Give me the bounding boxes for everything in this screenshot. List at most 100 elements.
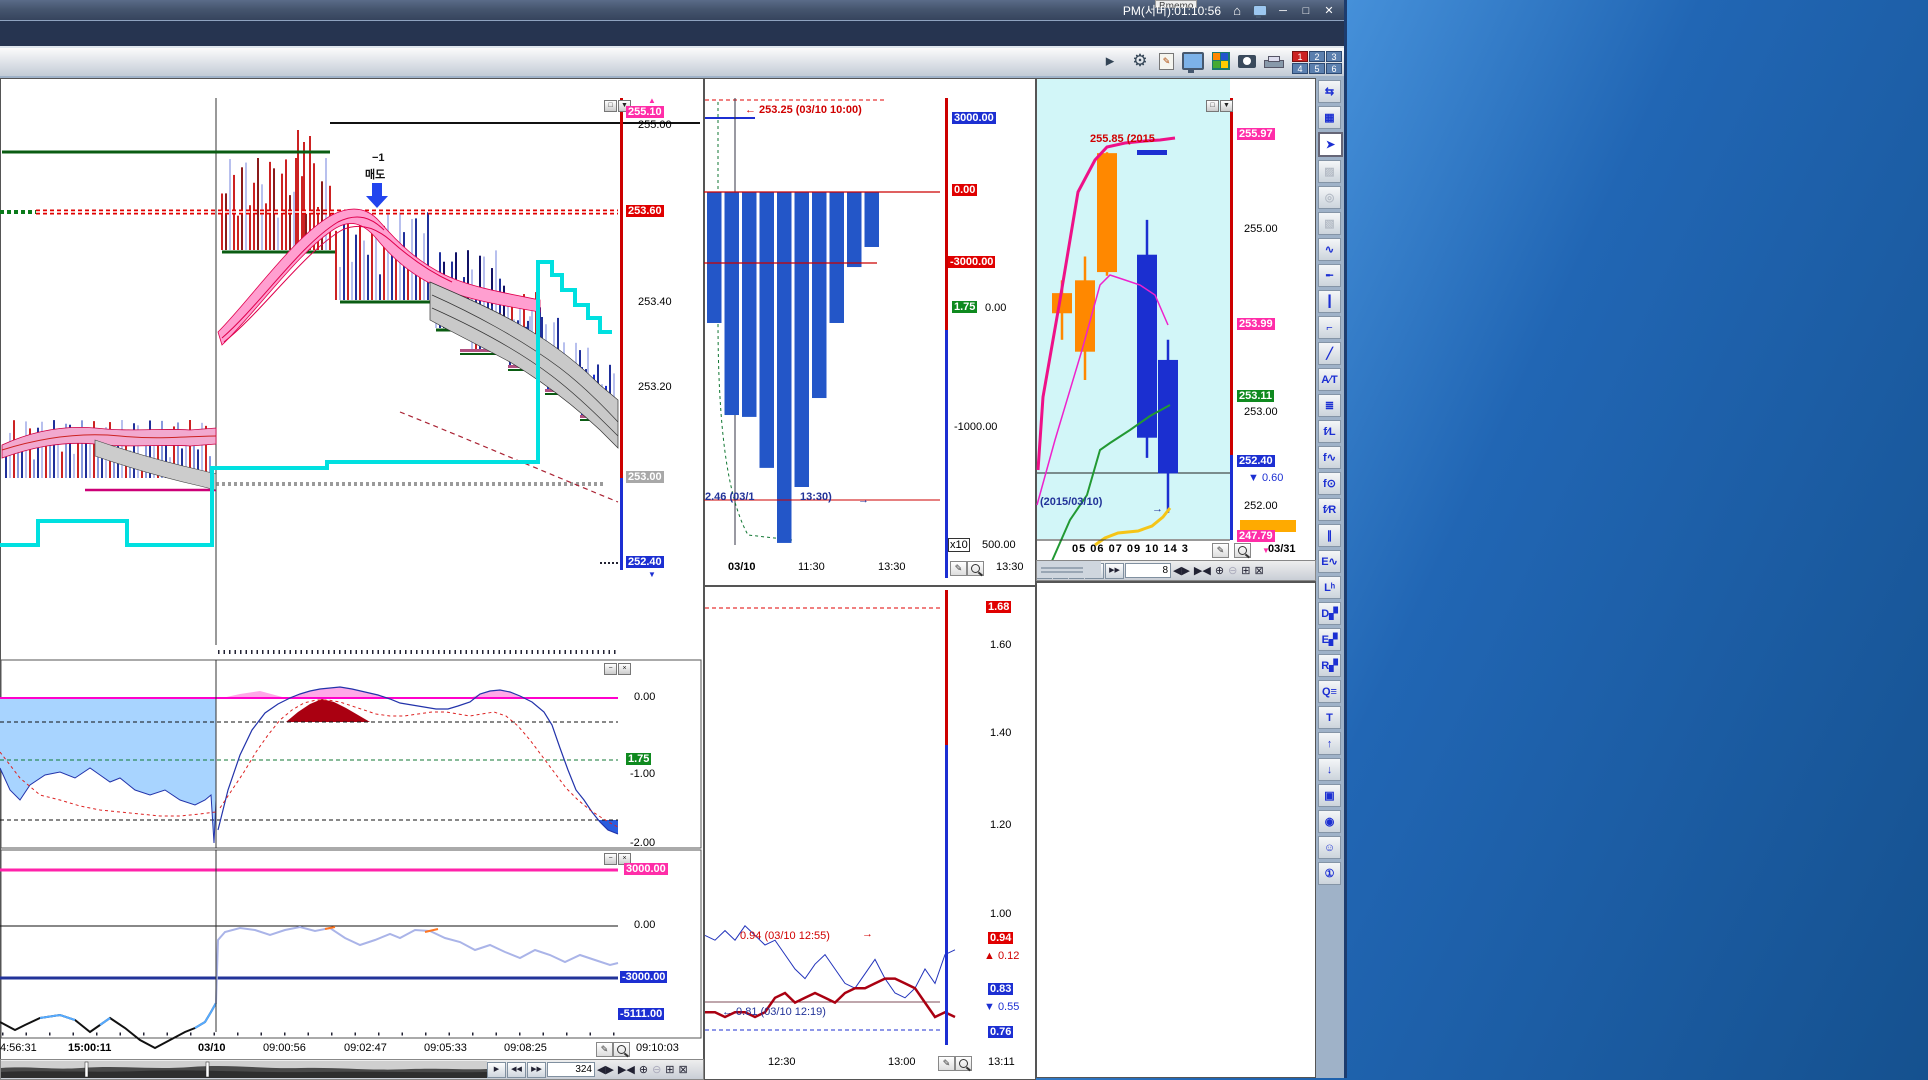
crosshair-off-icon[interactable]: ▨ (1318, 160, 1341, 183)
low-marker-arrow: → (858, 494, 869, 506)
fib-fan-icon[interactable]: f⊙ (1318, 472, 1341, 495)
zoom-in-h-icon[interactable]: ▶◀ (1194, 564, 1211, 577)
elbow-line-icon[interactable]: ⌐ (1318, 316, 1341, 339)
volume-bar (742, 192, 757, 417)
daily-axis-label: 253.00 (1244, 406, 1278, 418)
erase-icon[interactable]: ◎ (1318, 186, 1341, 209)
quote-icon[interactable]: Q≡ (1318, 680, 1341, 703)
d-hatch-icon[interactable]: D▞ (1318, 602, 1341, 625)
time-label: 13:30 (878, 561, 906, 573)
daily-marker-25311: 253.11 (1237, 390, 1274, 402)
number-mark-icon[interactable]: ① (1318, 862, 1341, 885)
nav-forward-button[interactable]: ▶▶ (1105, 563, 1124, 579)
navigator-minimap[interactable] (1037, 561, 1101, 578)
time-label: 11:30 (798, 561, 825, 573)
arrow-up-icon[interactable]: ↑ (1318, 732, 1341, 755)
close-nav-icon[interactable]: ⊠ (679, 1063, 688, 1076)
zoom-icon[interactable] (1234, 543, 1251, 558)
circle-mark-icon[interactable]: ◉ (1318, 810, 1341, 833)
bar-count-input[interactable] (1125, 563, 1171, 578)
draw-edit-icon[interactable]: ✎ (938, 1056, 955, 1071)
parallel-icon[interactable]: ∥ (1318, 524, 1341, 547)
navigator-minimap[interactable] (1, 1061, 487, 1078)
volume-profile-pane (704, 98, 948, 578)
zoom-icon[interactable] (613, 1042, 630, 1057)
fib-lines-icon[interactable]: f⁄L (1318, 420, 1341, 443)
nav-forward-button[interactable]: ▶▶ (527, 1062, 546, 1078)
zoom-plus-icon[interactable]: ⊕ (1215, 564, 1224, 577)
erase-all-icon[interactable]: ▧ (1318, 212, 1341, 235)
restore-icon[interactable]: □ (604, 100, 617, 112)
right-panel-controls[interactable]: □ ▼ (1206, 100, 1233, 112)
levels-icon[interactable]: ≣ (1318, 394, 1341, 417)
nav-rewind-button[interactable]: ◀◀ (507, 1062, 526, 1078)
grid-icon[interactable]: ⊞ (1241, 564, 1250, 577)
daily-axis-label: 255.00 (1244, 223, 1278, 235)
mid-marker-0: 0.00 (952, 184, 977, 196)
time-label: 12:30 (768, 1056, 796, 1068)
zoom-icon[interactable] (967, 561, 984, 576)
e-hatch-icon[interactable]: E▞ (1318, 628, 1341, 651)
osc-axis-label: -2.00 (630, 837, 655, 849)
draw-edit-icon[interactable]: ✎ (596, 1042, 613, 1057)
osc-panel-controls[interactable]: − × (604, 663, 631, 675)
price-marker-255-10: 255.10 (626, 106, 664, 118)
osc-marker-175: 1.75 (626, 753, 651, 765)
square-mark-icon[interactable]: ▣ (1318, 784, 1341, 807)
zoom-out-h-icon[interactable]: ◀▶ (597, 1063, 614, 1076)
minimize-icon[interactable]: − (604, 853, 617, 865)
price-marker-253-60: 253.60 (626, 205, 664, 217)
matrix-icon[interactable]: ▦ (1318, 106, 1341, 129)
cursor-icon[interactable]: ➤ (1318, 132, 1343, 157)
elliott-icon[interactable]: E∿ (1318, 550, 1341, 573)
drawing-toolbar[interactable]: ⇆ ▦ ➤ ▨ ◎ ▧ ∿ ╾ ┃ ⌐ ╱ A⁄T ≣ f⁄L f∿ f⊙ f⁄R ∥ E∿ Lʰ D▞ E▞ R▞ Q≡ T ↑… (1318, 80, 1342, 885)
left-chart-navigator[interactable]: ▶ ◀◀ ▶▶ ◀▶ ▶◀ ⊕ ⊖ ⊞ ⊠ (0, 1059, 704, 1080)
close-icon[interactable]: × (618, 663, 631, 675)
close-nav-icon[interactable]: ⊠ (1255, 564, 1264, 577)
text-icon[interactable]: T (1318, 706, 1341, 729)
daily-change-label: ▼ 0.60 (1248, 472, 1283, 484)
dropdown-icon[interactable]: ▼ (1220, 100, 1233, 112)
fib-retr-icon[interactable]: f⁄R (1318, 498, 1341, 521)
zoom-in-h-icon[interactable]: ▶◀ (618, 1063, 635, 1076)
daily-high-annotation: 255.85 (2015 (1090, 133, 1230, 145)
zoom-icon[interactable] (955, 1056, 972, 1071)
daily-marker-25597: 255.97 (1237, 128, 1275, 140)
text-tool-icon[interactable]: A⁄T (1318, 368, 1341, 391)
end-date-label: 03/31 (1268, 543, 1296, 555)
ratio-axis-label: 1.60 (990, 639, 1011, 651)
indicator-icon[interactable]: ∿ (1318, 238, 1341, 261)
time-label: 03/10 (728, 561, 756, 573)
fib-arc-icon[interactable]: f∿ (1318, 446, 1341, 469)
axis-label: 255.00 (638, 119, 672, 131)
ratio-marker-083: 0.83 (988, 983, 1013, 995)
zoom-minus-icon[interactable]: ⊖ (652, 1063, 661, 1076)
zoom-plus-icon[interactable]: ⊕ (639, 1063, 648, 1076)
vline-icon[interactable]: ┃ (1318, 290, 1341, 313)
grid-icon[interactable]: ⊞ (665, 1063, 674, 1076)
low-marker-annotation: 2.46 (03/1 (705, 491, 755, 503)
sync-icon[interactable]: ⇆ (1318, 80, 1341, 103)
daily-chart-navigator[interactable]: ◀ ▮▮ ▶ ◀◀ ▶▶ ◀▶ ▶◀ ⊕ ⊖ ⊞ ⊠ (1036, 560, 1316, 581)
hline-icon[interactable]: ╾ (1318, 264, 1341, 287)
zoom-minus-icon[interactable]: ⊖ (1228, 564, 1237, 577)
r-hatch-icon[interactable]: R▞ (1318, 654, 1341, 677)
draw-edit-icon[interactable]: ✎ (950, 561, 967, 576)
bar-count-input[interactable] (547, 1062, 595, 1077)
nav-play-button[interactable]: ▶ (487, 1062, 506, 1078)
volume-bar (707, 192, 722, 323)
arrow-down-icon[interactable]: ↓ (1318, 758, 1341, 781)
axis-label: 253.40 (638, 296, 672, 308)
cursor-time-label: 13:30 (996, 561, 1024, 573)
daily-marker-24779: 247.79 (1237, 530, 1275, 542)
lowhigh-icon[interactable]: Lʰ (1318, 576, 1341, 599)
volume-bar (830, 192, 845, 323)
trendline-icon[interactable]: ╱ (1318, 342, 1341, 365)
zoom-out-h-icon[interactable]: ◀▶ (1173, 564, 1190, 577)
left-volume-pane (0, 850, 701, 1048)
minimize-icon[interactable]: − (604, 663, 617, 675)
restore-icon[interactable]: □ (1206, 100, 1219, 112)
volume-bar (812, 192, 827, 398)
draw-edit-icon[interactable]: ✎ (1212, 543, 1229, 558)
smiley-icon[interactable]: ☺ (1318, 836, 1341, 859)
